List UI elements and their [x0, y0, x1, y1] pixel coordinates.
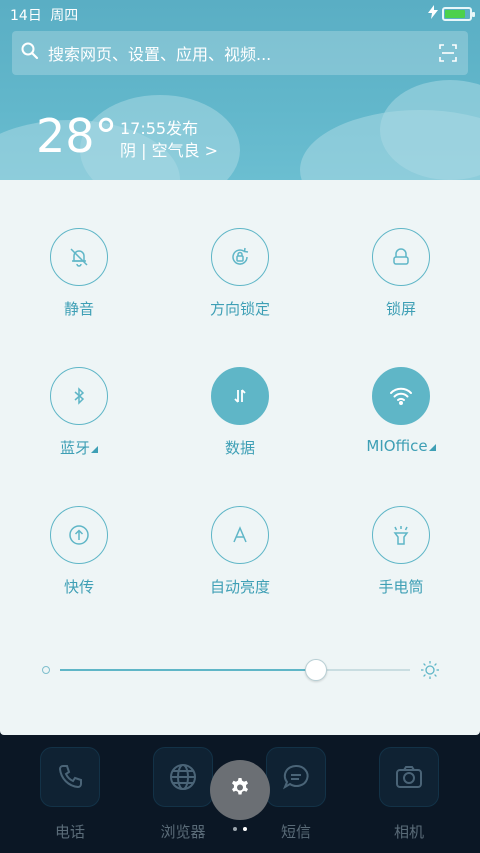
toggle-wifi[interactable]: MIOffice — [341, 367, 461, 455]
brightness-high-icon — [420, 660, 440, 684]
toggle-lock-screen[interactable]: 锁屏 — [341, 228, 461, 319]
status-date: 14日 — [10, 8, 42, 24]
toggle-label: 静音 — [63, 300, 94, 318]
bell-off-icon — [50, 228, 108, 286]
toggle-label: 手电筒 — [378, 578, 424, 596]
brightness-low-icon — [42, 666, 50, 674]
weather-header: 14日 周四 搜索网页、设置、应用、视频... 28° 17:55发布 阴 | … — [0, 0, 480, 180]
status-bar: 14日 周四 — [0, 0, 480, 26]
toggle-rotation-lock[interactable]: 方向锁定 — [180, 228, 300, 319]
search-icon — [12, 42, 48, 64]
weather-condition[interactable]: 阴 | 空气良 > — [120, 137, 218, 161]
expand-indicator — [91, 446, 98, 453]
auto-brightness-icon — [211, 506, 269, 564]
toggle-label: 锁屏 — [385, 300, 416, 318]
app-label: 短信 — [280, 823, 311, 841]
app-camera[interactable]: 相机 — [369, 747, 449, 842]
toggle-label: 方向锁定 — [209, 300, 270, 318]
page-indicator — [233, 827, 247, 831]
bluetooth-icon — [50, 367, 108, 425]
toggle-mobile-data[interactable]: 数据 — [180, 367, 300, 458]
quick-settings-panel: 静音 方向锁定 锁屏 蓝牙 数据 MIOffice 快传 自动亮度 手电筒 — [0, 180, 480, 735]
temperature: 28° — [36, 109, 118, 163]
brightness-track[interactable] — [60, 659, 410, 681]
search-bar[interactable]: 搜索网页、设置、应用、视频... — [12, 31, 468, 75]
app-label: 电话 — [54, 823, 85, 841]
brightness-fill — [60, 669, 316, 671]
app-label: 相机 — [393, 823, 424, 841]
brightness-thumb[interactable] — [304, 659, 327, 681]
app-label: 浏览器 — [160, 823, 206, 841]
rotation-lock-icon — [211, 228, 269, 286]
toggle-label: 蓝牙 — [19, 437, 139, 458]
toggle-label: MIOffice — [341, 437, 461, 455]
toggle-label: 自动亮度 — [209, 578, 270, 596]
scan-icon[interactable] — [428, 44, 468, 62]
toggle-auto-brightness[interactable]: 自动亮度 — [180, 506, 300, 597]
weather-published-time: 17:55发布 — [120, 119, 199, 138]
lock-icon — [372, 228, 430, 286]
status-weekday: 周四 — [50, 8, 79, 24]
globe-icon — [153, 747, 213, 807]
search-placeholder: 搜索网页、设置、应用、视频... — [48, 45, 272, 64]
share-icon — [50, 506, 108, 564]
camera-icon — [379, 747, 439, 807]
app-phone[interactable]: 电话 — [30, 747, 110, 842]
phone-icon — [40, 747, 100, 807]
toggle-quick-share[interactable]: 快传 — [19, 506, 139, 597]
mobile-data-icon — [211, 367, 269, 425]
settings-button[interactable] — [210, 760, 270, 820]
battery-icon — [442, 7, 475, 21]
page-dot-active — [243, 827, 247, 831]
home-dock: 电话 浏览器 短信 相机 — [0, 735, 480, 853]
page-dot — [233, 827, 237, 831]
toggle-label: 快传 — [63, 578, 94, 596]
toggle-bluetooth[interactable]: 蓝牙 — [19, 367, 139, 458]
toggle-label: 数据 — [224, 439, 255, 457]
message-icon — [266, 747, 326, 807]
charging-icon — [428, 5, 438, 23]
gear-icon — [228, 776, 252, 804]
toggle-mute[interactable]: 静音 — [19, 228, 139, 319]
toggle-flashlight[interactable]: 手电筒 — [341, 506, 461, 597]
brightness-slider[interactable] — [40, 658, 440, 682]
flashlight-icon — [372, 506, 430, 564]
wifi-icon — [372, 367, 430, 425]
expand-indicator — [428, 444, 436, 451]
